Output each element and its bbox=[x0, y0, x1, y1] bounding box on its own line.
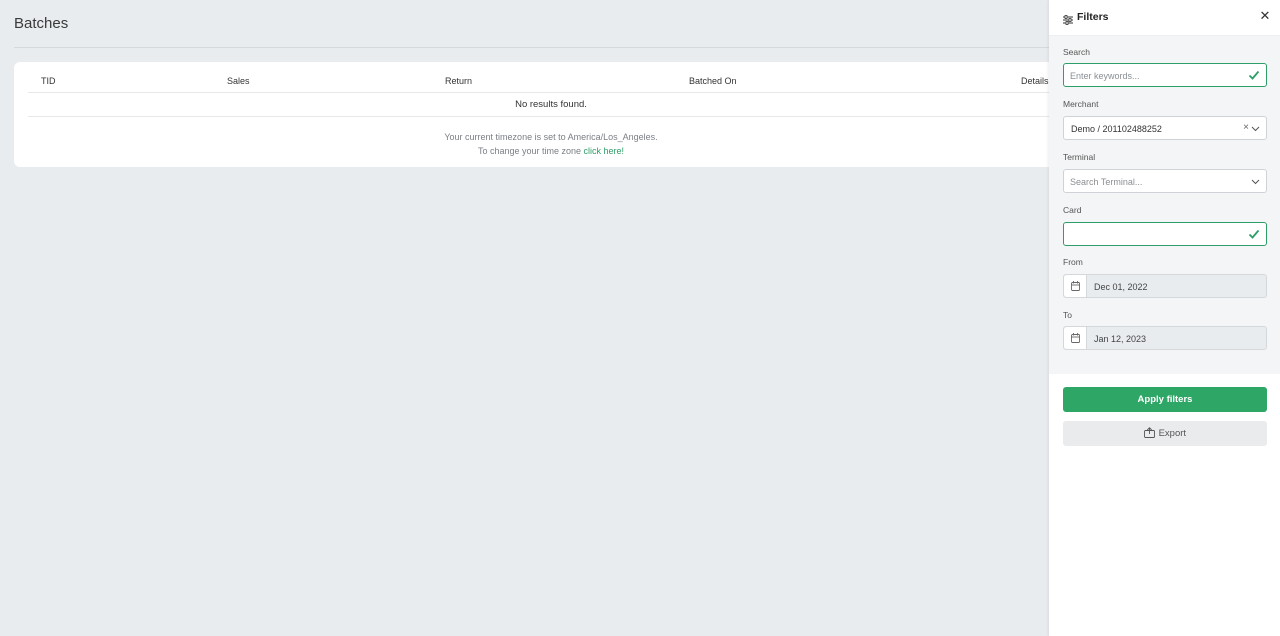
export-label: Export bbox=[1158, 428, 1187, 439]
to-label: To bbox=[1063, 310, 1072, 320]
calendar-icon[interactable] bbox=[1064, 275, 1087, 297]
terminal-label: Terminal bbox=[1063, 152, 1096, 162]
check-icon bbox=[1248, 228, 1260, 242]
card-input[interactable] bbox=[1063, 222, 1267, 246]
clear-icon[interactable]: × bbox=[1243, 122, 1249, 133]
filters-panel: Filters ✕ Search Enter keywords... Merch… bbox=[1049, 0, 1280, 636]
from-date-value: Dec 01, 2022 bbox=[1094, 282, 1148, 292]
from-label: From bbox=[1063, 257, 1083, 267]
column-header-details[interactable]: Details bbox=[1021, 76, 1049, 86]
to-date-field[interactable]: Jan 12, 2023 bbox=[1063, 326, 1267, 350]
filters-header: Filters ✕ bbox=[1049, 0, 1280, 36]
from-date-field[interactable]: Dec 01, 2022 bbox=[1063, 274, 1267, 298]
search-placeholder: Enter keywords... bbox=[1070, 71, 1140, 81]
timezone-text: Your current timezone is set to America/… bbox=[444, 132, 658, 142]
close-icon[interactable]: ✕ bbox=[1258, 9, 1272, 23]
chevron-down-icon[interactable] bbox=[1251, 177, 1260, 188]
column-header-tid[interactable]: TID bbox=[41, 76, 56, 86]
merchant-select[interactable]: Demo / 201102488252 × bbox=[1063, 116, 1267, 140]
merchant-value: Demo / 201102488252 bbox=[1071, 124, 1162, 134]
title-divider bbox=[14, 47, 1074, 48]
terminal-placeholder: Search Terminal... bbox=[1070, 177, 1143, 187]
filters-form: Search Enter keywords... Merchant Demo /… bbox=[1049, 36, 1280, 374]
search-input[interactable]: Enter keywords... bbox=[1063, 63, 1267, 87]
empty-results-row: No results found. bbox=[28, 93, 1074, 117]
export-button[interactable]: Export bbox=[1063, 421, 1267, 446]
sliders-icon bbox=[1063, 12, 1073, 30]
chevron-down-icon[interactable] bbox=[1251, 124, 1260, 135]
apply-filters-button[interactable]: Apply filters bbox=[1063, 387, 1267, 412]
column-header-batched-on[interactable]: Batched On bbox=[689, 76, 737, 86]
timezone-change-line: To change your time zone click here! bbox=[28, 144, 1074, 158]
check-icon bbox=[1248, 69, 1260, 83]
page-title: Batches bbox=[14, 15, 69, 32]
timezone-note: Your current timezone is set to America/… bbox=[28, 130, 1074, 158]
batches-table-card: TID Sales Return Batched On Details No r… bbox=[14, 62, 1074, 167]
merchant-label: Merchant bbox=[1063, 99, 1099, 109]
export-icon bbox=[1143, 427, 1159, 439]
calendar-icon[interactable] bbox=[1064, 327, 1087, 349]
card-label: Card bbox=[1063, 205, 1082, 215]
timezone-change-prefix: To change your time zone bbox=[477, 146, 584, 156]
column-header-return[interactable]: Return bbox=[445, 76, 472, 86]
to-date-value: Jan 12, 2023 bbox=[1094, 334, 1147, 344]
table-header: TID Sales Return Batched On Details bbox=[28, 71, 1074, 93]
column-header-sales[interactable]: Sales bbox=[227, 76, 250, 86]
search-label: Search bbox=[1063, 47, 1090, 57]
terminal-select[interactable]: Search Terminal... bbox=[1063, 169, 1267, 193]
filters-title: Filters bbox=[1077, 11, 1109, 23]
timezone-change-link[interactable]: click here! bbox=[584, 146, 625, 156]
